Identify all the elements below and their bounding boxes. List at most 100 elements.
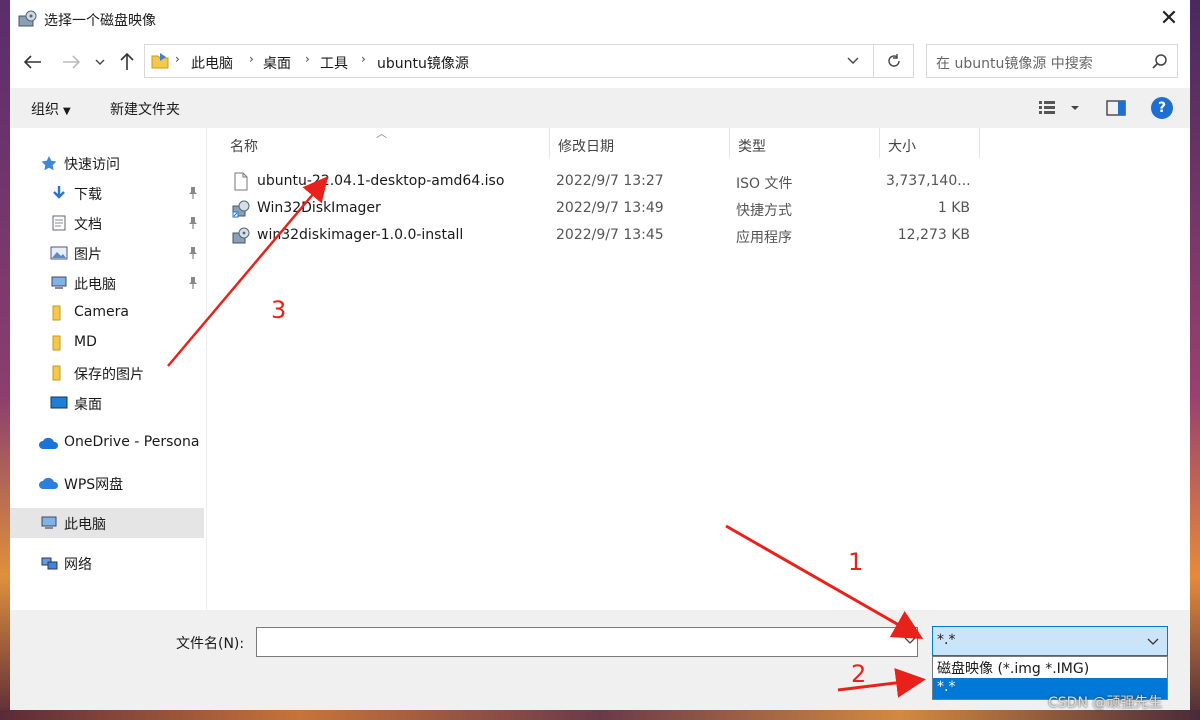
command-toolbar: 组织 ▼ 新建文件夹 ? <box>10 88 1190 128</box>
document-icon <box>52 215 66 231</box>
search-box[interactable]: 在 ubuntu镜像源 中搜索 <box>926 44 1178 78</box>
file-modified: 2022/9/7 13:45 <box>556 227 664 243</box>
sidebar-item-this-pc[interactable]: 此电脑 <box>10 508 204 538</box>
desktop-background-right <box>1190 0 1200 720</box>
pin-icon[interactable] <box>188 216 198 230</box>
pin-icon[interactable] <box>188 186 198 200</box>
download-icon <box>53 186 65 199</box>
folder-shortcut-icon <box>151 53 169 69</box>
option-label: 磁盘映像 (*.img *.IMG) <box>937 661 1090 677</box>
forward-button[interactable] <box>58 48 84 76</box>
up-button[interactable] <box>114 48 140 76</box>
filetype-select[interactable]: *.* <box>932 626 1168 656</box>
annotation-number-1: 1 <box>848 548 864 576</box>
title-bar: 选择一个磁盘映像 ✕ <box>10 0 1190 38</box>
sidebar-item-onedrive[interactable]: OneDrive - Persona <box>10 428 204 458</box>
refresh-button[interactable] <box>873 45 914 77</box>
installer-icon <box>232 227 250 244</box>
file-type: ISO 文件 <box>736 176 793 192</box>
network-icon <box>41 557 58 570</box>
search-placeholder: 在 ubuntu镜像源 中搜索 <box>936 56 1093 72</box>
navigation-bar: › 此电脑 › 桌面 › 工具 › ubuntu镜像源 在 ubuntu镜像源 … <box>10 44 1190 82</box>
chevron-down-icon <box>95 59 105 65</box>
sidebar-item-camera[interactable]: Camera <box>10 298 204 328</box>
cloud-icon <box>39 477 59 489</box>
address-dropdown-button[interactable] <box>835 45 871 77</box>
column-type-label: 类型 <box>738 139 766 155</box>
file-list: 名称 ︿ 修改日期 类型 大小 ubuntu-22.04.1-desktop-a… <box>206 127 1190 610</box>
sidebar-label: 保存的图片 <box>74 367 144 383</box>
sidebar-item-downloads[interactable]: 下载 <box>10 178 204 208</box>
organize-menu-button[interactable]: 组织 ▼ <box>31 99 71 119</box>
recent-locations-button[interactable] <box>90 48 110 76</box>
filetype-selected-value: *.* <box>937 632 956 648</box>
breadcrumb-separator: › <box>305 52 310 66</box>
file-name: win32diskimager-1.0.0-install <box>257 227 464 243</box>
organize-label: 组织 <box>31 102 59 118</box>
file-row-ubuntu-iso[interactable]: ubuntu-22.04.1-desktop-amd64.iso 2022/9/… <box>206 168 1190 195</box>
annotation-number-3: 3 <box>271 296 287 324</box>
sidebar-item-quick-access[interactable]: 快速访问 <box>10 148 204 178</box>
column-name-label: 名称 <box>230 139 258 155</box>
breadcrumb-desktop[interactable]: 桌面 <box>263 53 291 73</box>
pin-icon[interactable] <box>188 246 198 260</box>
file-row-win32diskimager-installer[interactable]: win32diskimager-1.0.0-install 2022/9/7 1… <box>206 222 1190 249</box>
new-folder-button[interactable]: 新建文件夹 <box>110 99 180 119</box>
arrow-right-icon <box>63 55 80 69</box>
computer-icon <box>41 516 57 529</box>
arrow-up-icon <box>120 53 134 70</box>
breadcrumb-ubuntu-mirror[interactable]: ubuntu镜像源 <box>377 53 469 73</box>
sidebar-item-wps-drive[interactable]: WPS网盘 <box>10 468 204 498</box>
sidebar-label: 下载 <box>74 187 102 203</box>
sidebar-label: WPS网盘 <box>64 477 124 493</box>
window-title: 选择一个磁盘映像 <box>44 13 156 29</box>
column-header-type[interactable]: 类型 <box>730 128 880 158</box>
cloud-icon <box>39 437 59 449</box>
sidebar-item-desktop[interactable]: 桌面 <box>10 388 204 418</box>
sidebar-item-documents[interactable]: 文档 <box>10 208 204 238</box>
annotation-number-2: 2 <box>851 660 867 688</box>
sidebar-item-this-pc-pinned[interactable]: 此电脑 <box>10 268 204 298</box>
sidebar-label: MD <box>74 334 97 350</box>
sidebar-item-pictures[interactable]: 图片 <box>10 238 204 268</box>
view-options-icon[interactable] <box>1038 98 1082 118</box>
preview-pane-icon[interactable] <box>1106 99 1126 117</box>
desktop-background-bottom <box>0 710 1200 720</box>
column-header-modified[interactable]: 修改日期 <box>550 128 730 158</box>
sidebar-label: OneDrive - Persona <box>64 434 200 450</box>
breadcrumb-tools[interactable]: 工具 <box>320 53 348 73</box>
file-size: 1 KB <box>937 200 970 216</box>
sidebar-label: 文档 <box>74 217 102 233</box>
refresh-icon <box>888 54 900 67</box>
column-size-label: 大小 <box>888 139 916 155</box>
folder-icon <box>52 335 61 351</box>
chevron-down-icon[interactable] <box>902 632 918 648</box>
breadcrumb-this-pc[interactable]: 此电脑 <box>191 53 233 73</box>
column-header-name[interactable]: 名称 ︿ <box>206 127 550 158</box>
file-type: 快捷方式 <box>736 203 792 219</box>
address-bar[interactable]: › 此电脑 › 桌面 › 工具 › ubuntu镜像源 <box>144 44 914 78</box>
sidebar-item-network[interactable]: 网络 <box>10 548 204 578</box>
sidebar-item-saved-pictures[interactable]: 保存的图片 <box>10 358 204 388</box>
sidebar-item-md[interactable]: MD <box>10 328 204 358</box>
column-header-size[interactable]: 大小 <box>880 128 980 158</box>
search-icon[interactable] <box>1151 53 1169 71</box>
option-label: *.* <box>937 679 956 695</box>
filename-label: 文件名(N): <box>176 636 245 652</box>
iso-file-icon <box>234 172 248 191</box>
desktop-icon <box>50 396 68 409</box>
folder-icon <box>52 305 61 321</box>
help-icon[interactable]: ? <box>1151 97 1173 119</box>
close-button[interactable]: ✕ <box>1154 6 1184 32</box>
chevron-down-icon <box>1147 638 1159 645</box>
pin-icon[interactable] <box>188 276 198 290</box>
file-row-win32diskimager-shortcut[interactable]: Win32DiskImager 2022/9/7 13:49 快捷方式 1 KB <box>206 195 1190 222</box>
file-name: ubuntu-22.04.1-desktop-amd64.iso <box>257 173 505 189</box>
back-button[interactable] <box>20 48 46 76</box>
breadcrumb-separator: › <box>249 52 254 66</box>
breadcrumb-separator: › <box>175 52 180 66</box>
chevron-down-icon <box>847 57 859 64</box>
filename-input[interactable] <box>256 627 918 657</box>
filetype-option-disk-image[interactable]: 磁盘映像 (*.img *.IMG) <box>933 657 1167 678</box>
folder-icon <box>52 365 61 381</box>
